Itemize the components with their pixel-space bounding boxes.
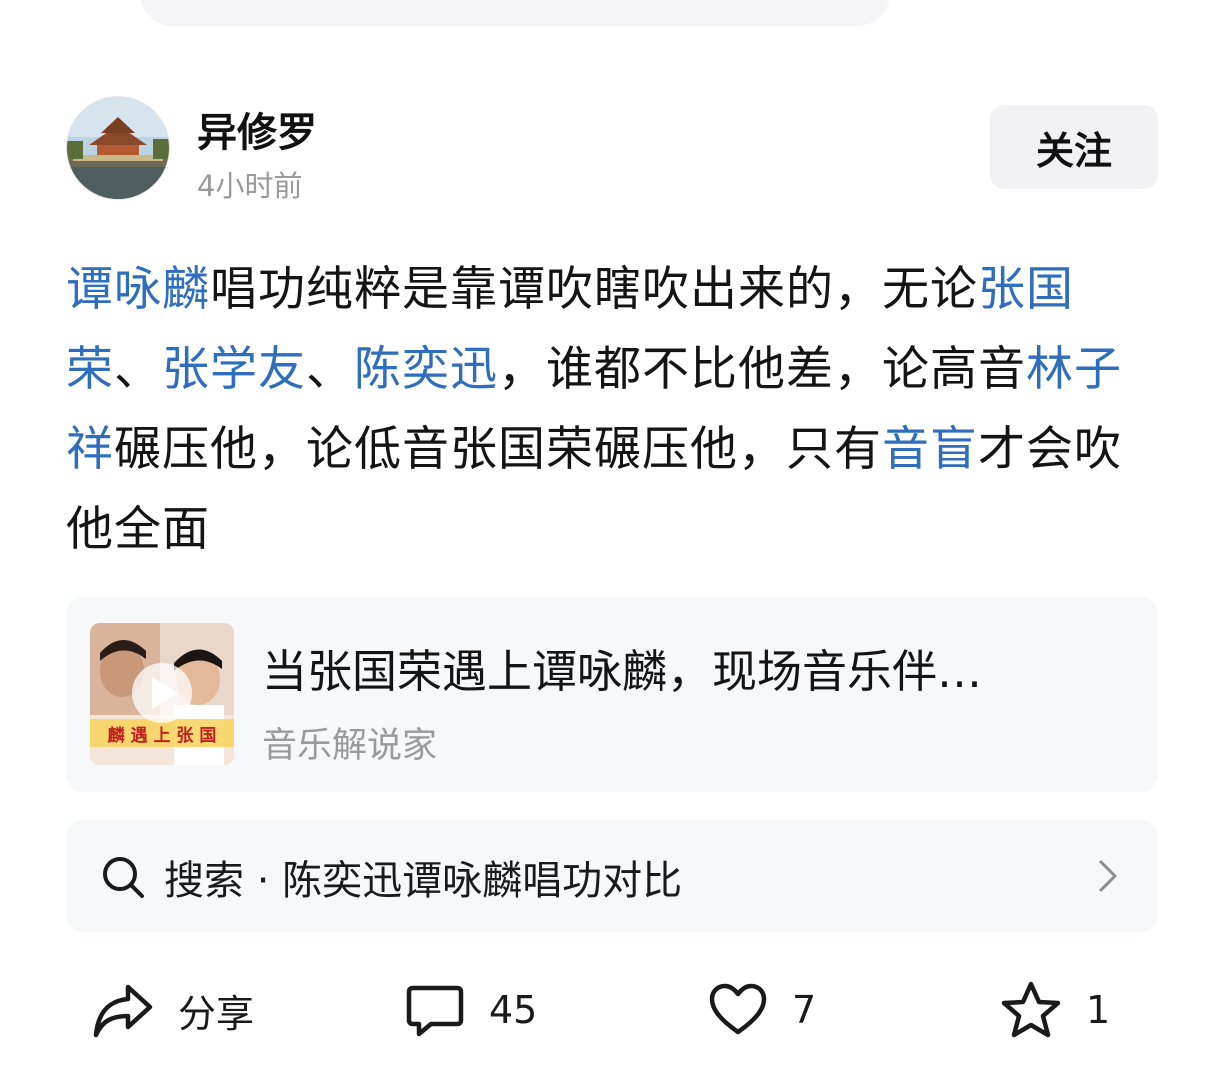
follow-button[interactable]: 关注 — [990, 105, 1158, 189]
share-button[interactable]: 分享 — [92, 970, 254, 1050]
related-search[interactable]: 搜索 · 陈奕迅谭咏麟唱功对比 — [66, 820, 1158, 932]
video-source: 音乐解说家 — [262, 726, 438, 766]
like-button[interactable]: 7 — [708, 970, 816, 1050]
topic-link[interactable]: 张学友 — [162, 342, 306, 397]
video-card[interactable]: 麟 遇 上 张 国 当张国荣遇上谭咏麟，现场音乐伴… 音乐解说家 — [66, 597, 1158, 792]
share-label: 分享 — [178, 991, 255, 1036]
comment-count: 45 — [489, 988, 538, 1032]
avatar[interactable] — [66, 96, 170, 200]
chevron-right-icon — [1099, 860, 1117, 892]
topic-link[interactable]: 谭咏麟 — [66, 262, 210, 317]
topic-link[interactable]: 陈奕迅 — [354, 342, 498, 397]
top-search-bar[interactable] — [140, 0, 890, 26]
heart-icon — [709, 983, 767, 1035]
comment-button[interactable]: 45 — [405, 970, 537, 1050]
avatar-image — [67, 97, 169, 199]
favorite-count: 1 — [1086, 988, 1111, 1032]
related-search-text: 搜索 · 陈奕迅谭咏麟唱功对比 — [164, 858, 683, 904]
video-thumbnail-caption: 麟 遇 上 张 国 — [107, 726, 217, 746]
topic-link[interactable]: 音盲 — [882, 422, 978, 477]
post-text: 唱功纯粹是靠谭吹瞎吹出来的，无论 — [210, 262, 978, 317]
star-icon — [1001, 981, 1061, 1038]
post-body: 谭咏麟唱功纯粹是靠谭吹瞎吹出来的，无论张国荣、张学友、陈奕迅，谁都不比他差，论高… — [66, 250, 1158, 570]
video-title[interactable]: 当张国荣遇上谭咏麟，现场音乐伴… — [262, 635, 1132, 700]
search-icon — [103, 857, 144, 898]
author-name[interactable]: 异修罗 — [197, 100, 317, 158]
post-text: 、 — [306, 342, 354, 397]
share-icon — [93, 984, 153, 1038]
post-time: 4小时前 — [197, 169, 303, 203]
post-text: ，谁都不比他差，论高音 — [498, 342, 1026, 397]
comment-icon — [406, 985, 464, 1037]
like-count: 7 — [792, 988, 817, 1032]
video-thumbnail[interactable]: 麟 遇 上 张 国 — [90, 623, 234, 765]
post-text: 、 — [114, 342, 162, 397]
post-text: 碾压他，论低音张国荣碾压他，只有 — [114, 422, 882, 477]
favorite-button[interactable]: 1 — [1000, 970, 1110, 1050]
action-bar: 分享 45 7 1 — [0, 970, 1223, 1050]
